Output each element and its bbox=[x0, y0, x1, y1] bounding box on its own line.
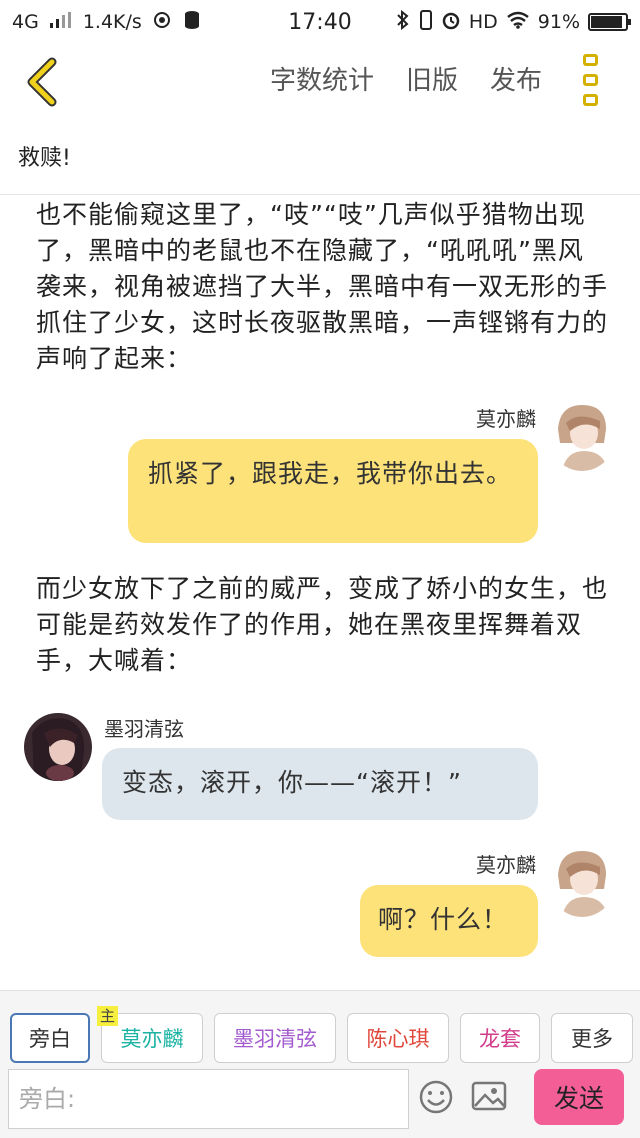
network-speed: 1.4K/s bbox=[82, 11, 142, 33]
speaker-name: 莫亦麟 bbox=[476, 407, 536, 431]
send-button[interactable]: 发送 bbox=[534, 1069, 624, 1125]
role-mo-yilin[interactable]: 主莫亦麟 bbox=[97, 1006, 203, 1063]
input-row: 发送 bbox=[8, 1069, 632, 1129]
narration-text: 而少女放下了之前的威严，变成了娇小的女生，也可能是药效发作了的作用，她在黑夜里挥… bbox=[36, 574, 609, 675]
top-bar: 字数统计 旧版 发布 bbox=[0, 44, 640, 120]
composer-area: 旁白 主莫亦麟 墨羽清弦 陈心琪 龙套 更多 发送 bbox=[0, 990, 640, 1138]
speaker-name: 墨羽清弦 bbox=[104, 717, 184, 741]
message-bubble[interactable]: 变态，滚开，你——“滚开！” bbox=[102, 748, 538, 820]
avatar-male[interactable] bbox=[548, 399, 616, 471]
signal-icon bbox=[49, 11, 73, 34]
avatar-male[interactable] bbox=[548, 845, 616, 917]
image-button[interactable] bbox=[470, 1079, 510, 1115]
role-label: 更多 bbox=[571, 1027, 613, 1051]
role-extra[interactable]: 龙套 bbox=[460, 1013, 540, 1063]
image-icon bbox=[471, 1081, 507, 1111]
word-count-button[interactable]: 字数统计 bbox=[270, 60, 374, 97]
battery-icon bbox=[588, 13, 631, 31]
role-label: 旁白 bbox=[29, 1027, 71, 1051]
speaker-name: 莫亦麟 bbox=[476, 853, 536, 877]
emoji-button[interactable] bbox=[418, 1079, 454, 1115]
old-version-button[interactable]: 旧版 bbox=[406, 60, 458, 97]
status-bar: 4G 1.4K/s 17:40 HD 91% bbox=[0, 0, 640, 44]
role-mo-yu-qingxian[interactable]: 墨羽清弦 bbox=[214, 1013, 336, 1063]
menu-dot-icon bbox=[582, 74, 598, 86]
more-menu-button[interactable] bbox=[578, 54, 602, 106]
sync-icon bbox=[152, 10, 172, 35]
menu-dot-icon bbox=[582, 94, 598, 106]
role-selector: 旁白 主莫亦麟 墨羽清弦 陈心琪 龙套 更多 bbox=[10, 1006, 633, 1063]
hd-label: HD bbox=[468, 11, 498, 33]
avatar-female[interactable] bbox=[24, 713, 92, 781]
lead-badge: 主 bbox=[97, 1006, 119, 1026]
wifi-icon bbox=[506, 11, 530, 34]
smiley-icon bbox=[419, 1080, 453, 1114]
chevron-left-icon bbox=[27, 57, 57, 107]
chapter-title: 救赎! bbox=[18, 146, 71, 171]
role-label: 墨羽清弦 bbox=[233, 1027, 317, 1051]
role-chen-xinqi[interactable]: 陈心琪 bbox=[347, 1013, 449, 1063]
message-input[interactable] bbox=[8, 1069, 409, 1129]
database-icon bbox=[182, 10, 202, 35]
story-content[interactable]: 也不能偷窥这里了，“吱”“吱”几声似乎猎物出现了，黑暗中的老鼠也不在隐藏了，“吼… bbox=[0, 195, 640, 990]
role-label: 莫亦麟 bbox=[120, 1027, 184, 1051]
publish-button[interactable]: 发布 bbox=[490, 60, 542, 97]
menu-dot-icon bbox=[582, 54, 598, 66]
network-type: 4G bbox=[12, 11, 39, 33]
narration-text: 也不能偷窥这里了，“吱”“吱”几声似乎猎物出现了，黑暗中的老鼠也不在隐藏了，“吼… bbox=[36, 200, 609, 373]
role-more[interactable]: 更多 bbox=[551, 1013, 633, 1063]
message-bubble[interactable]: 抓紧了，跟我走，我带你出去。 bbox=[128, 439, 538, 543]
battery-percent: 91% bbox=[537, 11, 580, 33]
back-button[interactable] bbox=[22, 56, 66, 108]
message-bubble[interactable]: 啊？什么！ bbox=[360, 885, 538, 957]
role-label: 龙套 bbox=[479, 1027, 521, 1051]
bluetooth-icon bbox=[395, 9, 411, 35]
role-narrator[interactable]: 旁白 bbox=[10, 1013, 90, 1063]
alarm-icon bbox=[441, 10, 461, 35]
vibrate-icon bbox=[419, 9, 433, 35]
role-label: 陈心琪 bbox=[366, 1027, 430, 1051]
